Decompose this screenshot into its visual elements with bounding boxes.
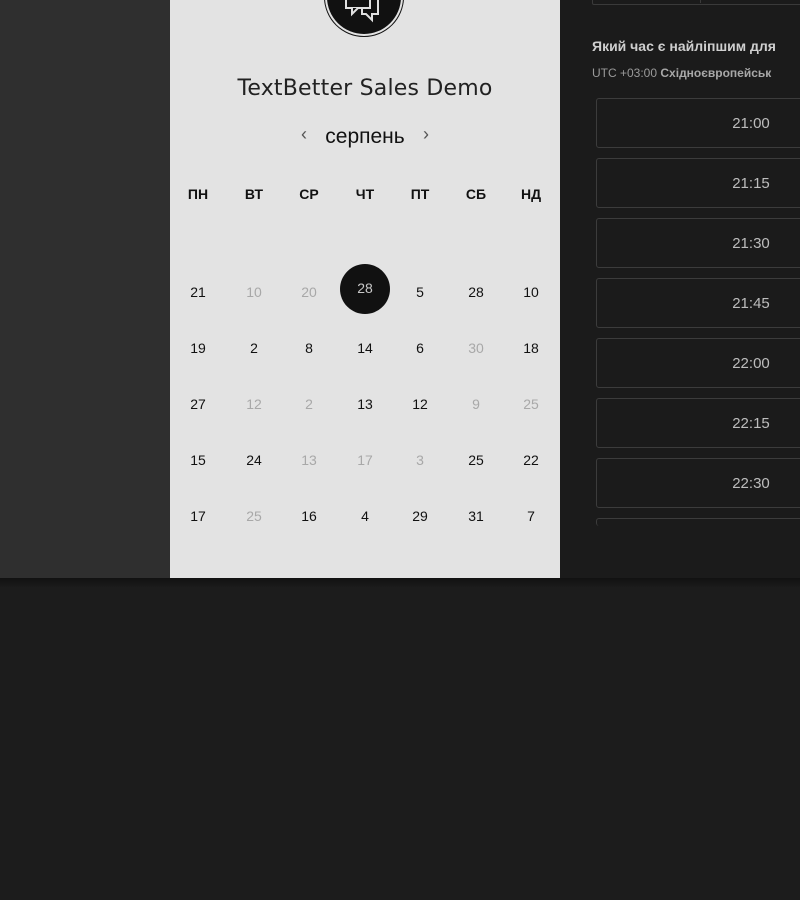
top-field-divider — [700, 0, 701, 3]
chat-bubbles-icon — [345, 0, 379, 23]
selected-day[interactable]: 28 — [340, 264, 390, 314]
calendar-day[interactable]: 25 — [456, 450, 496, 470]
time-slot-label: 21:30 — [732, 235, 770, 252]
calendar-day[interactable]: 17 — [345, 450, 385, 470]
weekday-header: СБ — [465, 186, 487, 202]
calendar-day[interactable]: 12 — [234, 394, 274, 414]
calendar-day[interactable]: 14 — [345, 338, 385, 358]
shadow — [0, 578, 800, 588]
calendar-day[interactable]: 28 — [456, 282, 496, 302]
calendar-day[interactable]: 5 — [400, 282, 440, 302]
calendar-day[interactable]: 24 — [234, 450, 274, 470]
timezone-offset: UTC +03:00 — [592, 66, 658, 80]
calendar-day[interactable]: 13 — [345, 394, 385, 414]
weekday-header: СР — [299, 186, 319, 202]
calendar-day[interactable]: 27 — [178, 394, 218, 414]
time-slot-label: 21:00 — [732, 115, 770, 132]
calendar-day[interactable]: 20 — [289, 282, 329, 302]
time-slot-button[interactable]: 21:45 — [596, 278, 800, 328]
time-slot-button[interactable]: 22:30 — [596, 458, 800, 508]
time-panel: Який час є найліпшим для UTC +03:00 Схід… — [560, 0, 800, 578]
time-slot-label: 22:15 — [732, 415, 770, 432]
calendar-day[interactable]: 30 — [456, 338, 496, 358]
month-label: серпень — [325, 125, 405, 148]
calendar-day[interactable]: 8 — [289, 338, 329, 358]
calendar-day[interactable]: 21 — [178, 282, 218, 302]
calendar-day[interactable]: 25 — [234, 506, 274, 526]
weekday-header: ЧТ — [355, 186, 375, 202]
calendar-day[interactable]: 7 — [511, 506, 551, 526]
time-slot-label: 21:15 — [732, 175, 770, 192]
chevron-right-icon[interactable]: › — [416, 124, 436, 145]
timezone-label[interactable]: UTC +03:00 Східноєвропейськ — [592, 66, 771, 80]
calendar-day[interactable]: 15 — [178, 450, 218, 470]
background-bottom — [0, 578, 800, 900]
calendar-day[interactable]: 22 — [511, 450, 551, 470]
calendar-day[interactable]: 16 — [289, 506, 329, 526]
weekday-header: ПТ — [410, 186, 430, 202]
calendar-day[interactable]: 13 — [289, 450, 329, 470]
calendar-day[interactable]: 12 — [400, 394, 440, 414]
month-navigation: ‹ серпень › — [170, 122, 560, 152]
time-slot-label: 21:45 — [732, 295, 770, 312]
chevron-left-icon[interactable]: ‹ — [294, 124, 314, 145]
calendar-day[interactable]: 2 — [289, 394, 329, 414]
calendar-day[interactable]: 10 — [234, 282, 274, 302]
calendar-day[interactable]: 10 — [511, 282, 551, 302]
background-left — [0, 0, 170, 578]
time-slot-button[interactable]: 21:30 — [596, 218, 800, 268]
top-field — [592, 0, 800, 5]
time-question: Який час є найліпшим для — [592, 38, 776, 54]
time-slot-label: 22:30 — [732, 475, 770, 492]
weekday-header: ПН — [187, 186, 209, 202]
calendar-day[interactable]: 17 — [178, 506, 218, 526]
weekday-header: НД — [520, 186, 542, 202]
time-slot-button[interactable] — [596, 518, 800, 526]
time-slot-button[interactable]: 21:15 — [596, 158, 800, 208]
calendar-day[interactable]: 2 — [234, 338, 274, 358]
time-slot-label: 22:00 — [732, 355, 770, 372]
time-slot-button[interactable]: 22:00 — [596, 338, 800, 388]
calendar-day[interactable]: 4 — [345, 506, 385, 526]
calendar-panel: TextBetter Sales Demo ‹ серпень › ПН ВТ СР… — [170, 0, 560, 578]
calendar-day[interactable]: 25 — [511, 394, 551, 414]
time-slot-button[interactable]: 22:15 — [596, 398, 800, 448]
time-slot-button[interactable]: 21:00 — [596, 98, 800, 148]
calendar-day[interactable]: 29 — [400, 506, 440, 526]
calendar-day[interactable]: 19 — [178, 338, 218, 358]
event-title: TextBetter Sales Demo — [237, 76, 493, 101]
timezone-name: Східноєвропейськ — [660, 66, 772, 80]
calendar-day[interactable]: 18 — [511, 338, 551, 358]
logo — [327, 0, 401, 34]
calendar-day[interactable]: 31 — [456, 506, 496, 526]
calendar-day[interactable]: 3 — [400, 450, 440, 470]
weekday-header: ВТ — [244, 186, 264, 202]
calendar-day[interactable]: 9 — [456, 394, 496, 414]
calendar-day[interactable]: 6 — [400, 338, 440, 358]
